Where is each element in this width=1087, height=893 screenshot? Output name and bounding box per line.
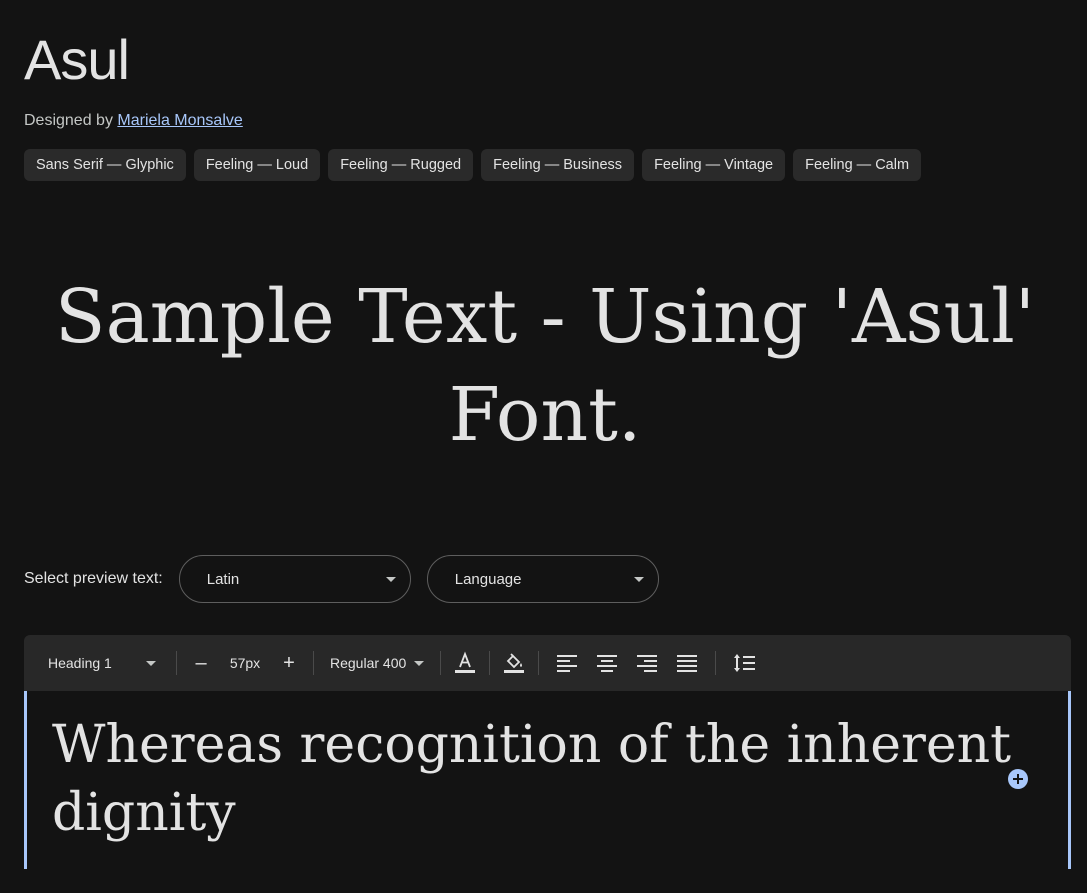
align-justify-button[interactable] xyxy=(667,643,707,683)
script-select-value: Latin xyxy=(206,570,240,588)
plus-icon xyxy=(1013,774,1023,784)
align-right-button[interactable] xyxy=(627,643,667,683)
toolbar-divider xyxy=(176,651,177,675)
increase-size-button[interactable]: + xyxy=(273,643,305,683)
editor-toolbar: Heading 1 – 57px + Regular 400 xyxy=(24,635,1071,691)
designed-by-label: Designed by xyxy=(24,112,118,129)
add-style-button[interactable] xyxy=(1008,769,1028,789)
line-height-icon xyxy=(734,654,756,672)
language-select-value: Language xyxy=(454,570,522,588)
toolbar-divider xyxy=(715,651,717,675)
caret-down-icon xyxy=(146,660,156,666)
font-title: Asul xyxy=(24,28,130,91)
caret-down-icon xyxy=(414,660,425,666)
designer-link[interactable]: Mariela Monsalve xyxy=(117,112,242,129)
caret-down-icon xyxy=(633,576,644,582)
text-style-select[interactable]: Heading 1 xyxy=(36,643,168,683)
tag-feeling-calm[interactable]: Feeling — Calm xyxy=(793,149,922,181)
language-select[interactable]: Language xyxy=(426,555,659,603)
text-style-value: Heading 1 xyxy=(48,655,112,671)
fill-color-button[interactable] xyxy=(498,643,530,683)
preview-text-controls: Select preview text: Latin Language xyxy=(24,555,675,603)
tag-list: Sans Serif — Glyphic Feeling — Loud Feel… xyxy=(24,149,922,181)
align-center-button[interactable] xyxy=(587,643,627,683)
align-left-button[interactable] xyxy=(547,643,587,683)
align-left-icon xyxy=(557,655,578,672)
tag-feeling-business[interactable]: Feeling — Business xyxy=(481,149,635,181)
paint-bucket-icon xyxy=(504,653,525,673)
designer-line: Designed by Mariela Monsalve xyxy=(24,110,243,132)
tag-sans-serif-glyphic[interactable]: Sans Serif — Glyphic xyxy=(24,149,186,181)
toolbar-divider xyxy=(440,651,442,675)
font-weight-value: Regular 400 xyxy=(330,655,407,671)
tag-feeling-rugged[interactable]: Feeling — Rugged xyxy=(328,149,474,181)
align-justify-icon xyxy=(677,655,698,672)
tag-feeling-vintage[interactable]: Feeling — Vintage xyxy=(642,149,786,181)
tag-feeling-loud[interactable]: Feeling — Loud xyxy=(193,149,321,181)
hero-sample-text: Sample Text - Using 'Asul' Font. xyxy=(54,274,1036,458)
toolbar-divider xyxy=(538,651,540,675)
align-center-icon xyxy=(597,655,618,672)
caret-down-icon xyxy=(385,576,396,582)
decrease-size-button[interactable]: – xyxy=(185,643,217,683)
font-size-value[interactable]: 57px xyxy=(217,643,273,683)
script-select[interactable]: Latin xyxy=(178,555,411,603)
toolbar-divider xyxy=(313,651,314,675)
font-specimen-page: Asul Designed by Mariela Monsalve Sans S… xyxy=(0,0,1087,893)
line-height-button[interactable] xyxy=(724,643,764,683)
font-weight-select[interactable]: Regular 400 xyxy=(322,643,432,683)
preview-text-label: Select preview text: xyxy=(24,570,163,587)
text-color-button[interactable] xyxy=(449,643,481,683)
sample-text-editor[interactable]: Whereas recognition of the inherent dign… xyxy=(24,691,1071,869)
text-color-icon xyxy=(455,651,476,673)
editor-text[interactable]: Whereas recognition of the inherent dign… xyxy=(52,711,1012,847)
align-right-icon xyxy=(637,655,658,672)
toolbar-divider xyxy=(489,651,491,675)
